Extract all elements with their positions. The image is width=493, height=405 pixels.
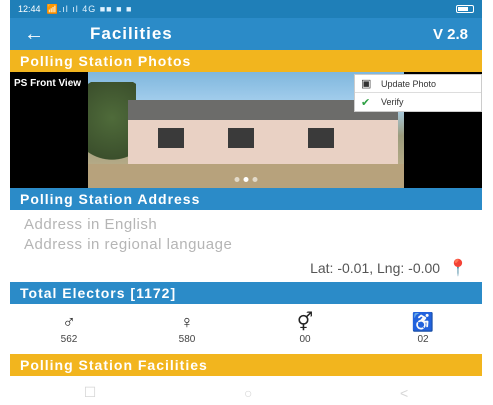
carousel-dot-active[interactable] xyxy=(243,177,249,182)
electors-breakdown: ♂ 562 ♀ 580 ⚥ 00 ♿ 02 xyxy=(10,304,482,352)
home-icon[interactable]: ○ xyxy=(244,385,252,401)
coordinates-row: Lat: -0.01, Lng: -0.00 📍 xyxy=(310,258,468,278)
status-time: 12:44 xyxy=(18,4,41,14)
camera-icon: ▣ xyxy=(361,78,372,90)
version-label: V 2.8 xyxy=(432,25,468,43)
photo-label: PS Front View xyxy=(14,78,82,89)
elector-count: 562 xyxy=(60,333,78,345)
carousel-dot[interactable] xyxy=(234,177,240,182)
recent-apps-icon[interactable]: ☐ xyxy=(84,384,97,401)
elector-female: ♀ 580 xyxy=(128,304,246,352)
carousel-dots xyxy=(234,177,258,182)
checkmark-icon: ✔ xyxy=(361,96,371,109)
photo-ground xyxy=(88,164,404,188)
update-photo-button[interactable]: ▣ Update Photo xyxy=(355,75,481,93)
wheelchair-icon: ♿ xyxy=(411,311,435,332)
location-pin-icon[interactable]: 📍 xyxy=(448,258,468,278)
male-icon: ♂ xyxy=(62,311,76,332)
elector-count: 00 xyxy=(299,333,311,345)
elector-count: 02 xyxy=(417,333,429,345)
verify-label: Verify xyxy=(381,97,404,107)
app-screen: 12:44 📶.ıl ıl 4G ■■ ■ ■ ← Facilities V 2… xyxy=(10,0,482,405)
back-arrow-icon[interactable]: ← xyxy=(24,23,64,46)
photo-window xyxy=(158,128,184,148)
elector-count: 580 xyxy=(178,333,196,345)
verify-button[interactable]: ✔ Verify xyxy=(355,93,481,111)
address-english-field[interactable]: Address in English xyxy=(24,216,157,233)
elector-pwd: ♿ 02 xyxy=(364,304,482,352)
electors-section-header: Total Electors [1172] xyxy=(10,282,482,304)
app-bar: ← Facilities V 2.8 xyxy=(10,18,482,50)
system-nav-bar: ☐ ○ < xyxy=(10,380,482,405)
photos-section-header: Polling Station Photos xyxy=(10,50,482,72)
page-title: Facilities xyxy=(90,24,173,43)
battery-icon xyxy=(456,5,474,13)
elector-third-gender: ⚥ 00 xyxy=(246,304,364,352)
address-section-header: Polling Station Address xyxy=(10,188,482,210)
lat-lng-text: Lat: -0.01, Lng: -0.00 xyxy=(310,260,441,276)
nav-back-icon[interactable]: < xyxy=(400,385,408,401)
facilities-section-header: Polling Station Facilities xyxy=(10,354,482,376)
status-bar: 12:44 📶.ıl ıl 4G ■■ ■ ■ xyxy=(10,0,482,18)
third-gender-icon: ⚥ xyxy=(296,311,314,332)
address-regional-field[interactable]: Address in regional language xyxy=(24,236,232,253)
photo-window xyxy=(228,128,254,148)
status-indicators: 📶.ıl ıl 4G ■■ ■ ■ xyxy=(46,3,133,14)
photo-options-menu: ▣ Update Photo ✔ Verify xyxy=(354,74,482,112)
female-icon: ♀ xyxy=(180,311,194,332)
photo-window xyxy=(308,128,334,148)
update-photo-label: Update Photo xyxy=(381,78,437,89)
carousel-dot[interactable] xyxy=(252,177,258,182)
elector-male: ♂ 562 xyxy=(10,304,128,352)
